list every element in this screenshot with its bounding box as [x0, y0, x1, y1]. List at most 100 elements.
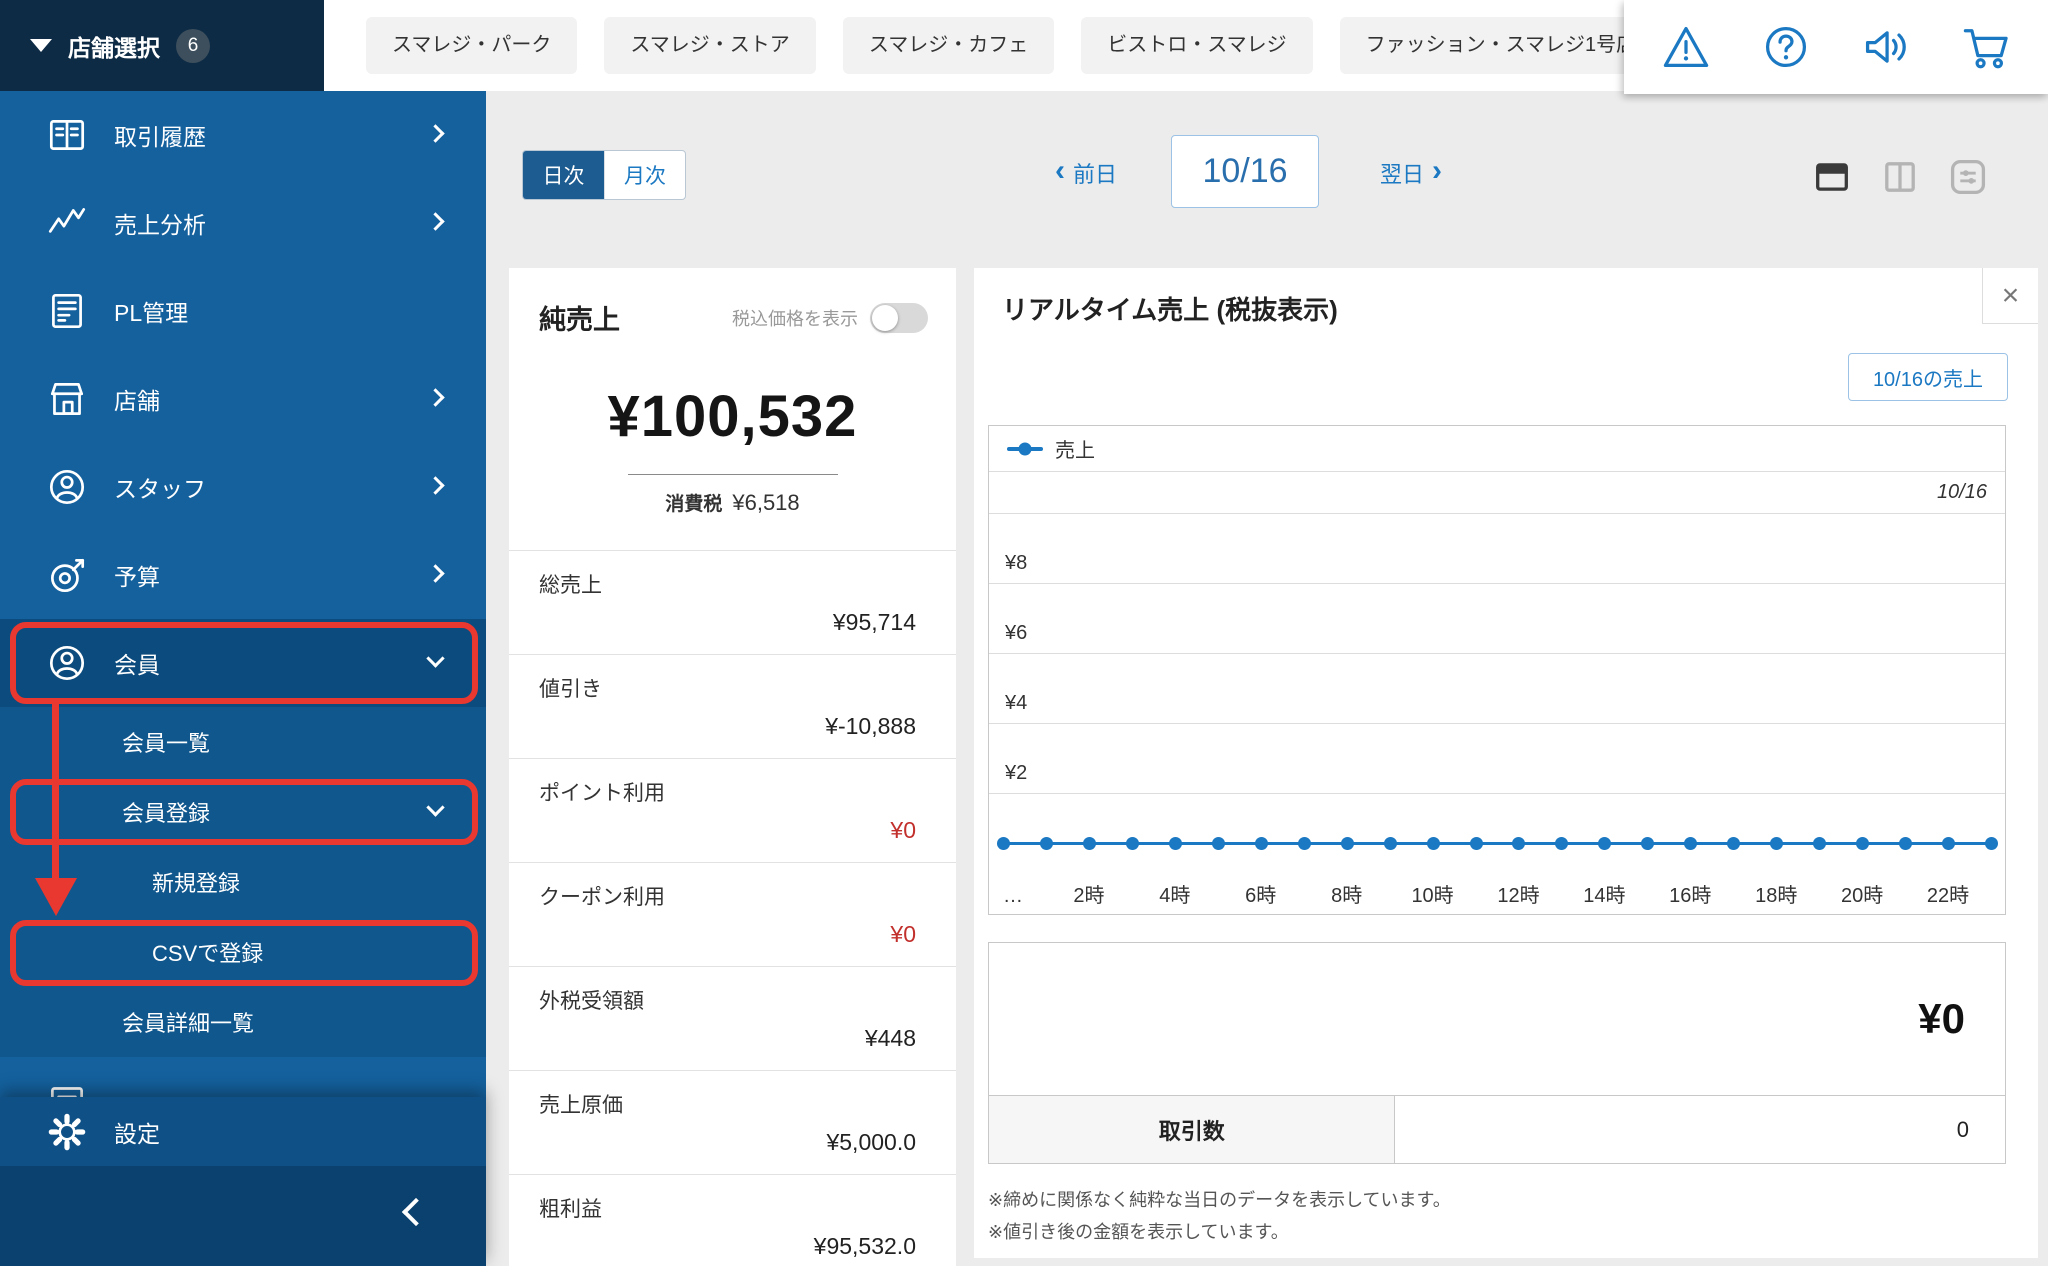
net-sales-amount: ¥100,532: [607, 384, 858, 449]
footnote: ※値引き後の金額を表示しています。: [988, 1222, 1289, 1242]
chevron-right-icon: [426, 388, 445, 407]
transactions-value: 0: [1956, 1116, 1969, 1142]
sidebar-item-sales-analysis[interactable]: 売上分析: [0, 179, 486, 267]
app-root: 取引履歴 売上分析 PL管理 店舗 スタッフ 予算 会員 会員一覧 会員登録 新…: [0, 0, 2048, 1266]
sidebar-item-label: 売上分析: [114, 212, 206, 238]
alert-icon[interactable]: [1660, 21, 1712, 73]
sidebar: 取引履歴 売上分析 PL管理 店舗 スタッフ 予算 会員 会員一覧 会員登録 新…: [0, 0, 486, 1266]
sidebar-subitem-member-register[interactable]: 会員登録: [0, 777, 486, 847]
close-icon[interactable]: ×: [1982, 268, 2038, 324]
caret-down-icon: [30, 39, 52, 52]
sidebar-item-transactions[interactable]: 取引履歴: [0, 91, 486, 179]
person-circle-icon: [44, 640, 90, 686]
sidebar-item-stores[interactable]: 店舗: [0, 355, 486, 443]
chevron-left-icon: ‹: [1055, 154, 1065, 187]
sidebar-item-budget[interactable]: 予算: [0, 531, 486, 619]
help-icon[interactable]: [1760, 21, 1812, 73]
megaphone-icon[interactable]: [1860, 21, 1912, 73]
sidebar-subitem-label: 会員登録: [122, 801, 211, 826]
sidebar-collapse-bar: [0, 1166, 486, 1266]
tab-daily[interactable]: 日次: [523, 151, 604, 199]
day-sales-button[interactable]: 10/16の売上: [1847, 353, 2008, 401]
footnotes: ※締めに関係なく純粋な当日のデータを表示しています。 ※値引き後の金額を表示して…: [988, 1184, 1451, 1248]
layout-columns-icon[interactable]: [1878, 155, 1922, 199]
grid-row: ¥4: [989, 654, 2005, 724]
realtime-sales-card: × リアルタイム売上 (税抜表示) 10/16の売上 売上 10/16 ¥8 ¥…: [974, 268, 2038, 1258]
ledger-icon: [44, 112, 90, 158]
store-tab[interactable]: スマレジ・パーク: [366, 17, 578, 74]
main-content: 日次 月次 ‹ 前日 10/16 翌日 › 純売上 税込価格を表示 ¥100,5…: [486, 91, 2048, 1266]
gear-icon: [44, 1109, 90, 1155]
sidebar-item-settings[interactable]: 設定: [0, 1097, 486, 1166]
tab-monthly[interactable]: 月次: [604, 151, 685, 199]
chevron-left-icon[interactable]: [401, 1197, 431, 1227]
sidebar-subitem-label: 会員詳細一覧: [122, 1011, 255, 1036]
list-item: 売上原価 ¥5,000.0: [509, 1071, 956, 1175]
net-sales-title: 純売上: [539, 305, 620, 335]
sidebar-item-staff[interactable]: スタッフ: [0, 443, 486, 531]
cart-icon[interactable]: [1960, 21, 2012, 73]
tax-line: 消費税 ¥6,518: [627, 474, 838, 516]
chevron-right-icon: [426, 564, 445, 583]
prev-day-label: 前日: [1073, 162, 1118, 187]
store-tab[interactable]: スマレジ・ストア: [604, 17, 816, 74]
chart-date-annotation: 10/16: [989, 472, 2005, 514]
sidebar-subitem-csv-registration[interactable]: CSVで登録: [0, 917, 486, 987]
list-item: ポイント利用 ¥0: [509, 759, 956, 863]
sidebar-item-members[interactable]: 会員: [0, 619, 486, 707]
net-sales-card: 純売上 税込価格を表示 ¥100,532 消費税 ¥6,518 総売上 ¥95,7…: [509, 268, 956, 1266]
period-toggle: 日次 月次: [522, 150, 686, 200]
sidebar-subitem-label: CSVで登録: [152, 941, 264, 966]
date-picker[interactable]: 10/16: [1171, 135, 1319, 208]
layout-rows-icon[interactable]: [1810, 155, 1854, 199]
tax-label: 消費税: [665, 494, 723, 515]
sidebar-bottom: 設定: [0, 1097, 486, 1266]
sidebar-item-label: 予算: [114, 564, 160, 590]
storefront-icon: [44, 376, 90, 422]
transactions-label: 取引数: [989, 1096, 1396, 1163]
sidebar-item-label: スタッフ: [114, 476, 206, 502]
store-tab[interactable]: スマレジ・カフェ: [842, 17, 1055, 74]
chart-series: [997, 836, 1998, 851]
chevron-right-icon: [426, 212, 445, 231]
realtime-title: リアルタイム売上 (税抜表示): [1002, 295, 1338, 325]
footnote: ※締めに関係なく純粋な当日のデータを表示しています。: [988, 1190, 1451, 1210]
list-item: 値引き ¥-10,888: [509, 655, 956, 759]
person-circle-icon: [44, 464, 90, 510]
legend-line-icon: [1007, 446, 1043, 451]
store-count-badge: 6: [176, 28, 210, 63]
prev-day-button[interactable]: ‹ 前日: [1055, 153, 1117, 193]
sidebar-subitem-member-detail-list[interactable]: 会員詳細一覧: [0, 987, 486, 1057]
chart-line-icon: [44, 200, 90, 246]
chart-plot-area: … 2時 4時 6時 8時 10時 12時 14時 16時 18時 20時 22時: [989, 794, 2005, 914]
store-tab[interactable]: ビストロ・スマレジ: [1081, 17, 1313, 74]
target-icon: [44, 552, 90, 598]
topbar: 店舗選択 6 スマレジ・パーク スマレジ・ストア スマレジ・カフェ ビストロ・ス…: [0, 0, 2048, 94]
tax-toggle-group: 税込価格を表示: [732, 302, 928, 333]
next-day-button[interactable]: 翌日 ›: [1380, 153, 1442, 193]
sidebar-item-label: 取引履歴: [114, 124, 206, 150]
sidebar-subitem-member-list[interactable]: 会員一覧: [0, 707, 486, 777]
store-tab[interactable]: ファッション・スマレジ1号店: [1339, 17, 1663, 74]
sidebar-subitem-label: 会員一覧: [122, 731, 211, 756]
sidebar-item-label: PL管理: [114, 300, 189, 326]
layout-settings-icon[interactable]: [1946, 155, 1990, 199]
store-selector[interactable]: 店舗選択 6: [0, 0, 324, 91]
sidebar-subitem-new-registration[interactable]: 新規登録: [0, 847, 486, 917]
sidebar-item-label: 会員: [114, 652, 160, 678]
grid-row: ¥6: [989, 584, 2005, 654]
tax-toggle-label: 税込価格を表示: [732, 308, 858, 329]
tax-include-toggle[interactable]: [870, 302, 928, 333]
sidebar-item-label: 設定: [114, 1120, 160, 1147]
tax-value: ¥6,518: [732, 490, 800, 515]
chevron-right-icon: ›: [1432, 154, 1443, 187]
chart-x-axis: … 2時 4時 6時 8時 10時 12時 14時 16時 18時 20時 22時: [1003, 885, 1970, 907]
store-selector-label: 店舗選択: [68, 34, 160, 61]
view-mode-icons: [1810, 155, 1990, 199]
list-item: 総売上 ¥95,714: [509, 551, 956, 655]
sidebar-item-label: 店舗: [114, 388, 160, 414]
chart-legend: 売上: [989, 426, 2005, 472]
sidebar-item-pl[interactable]: PL管理: [0, 267, 486, 355]
realtime-sales-chart: 売上 10/16 ¥8 ¥6 ¥4 ¥2 … 2時 4時 6時 8時 10時 12時 14時 1…: [988, 425, 2006, 915]
sales-breakdown-list: 総売上 ¥95,714 値引き ¥-10,888 ポイント利用 ¥0 クーポン利…: [509, 550, 956, 1266]
